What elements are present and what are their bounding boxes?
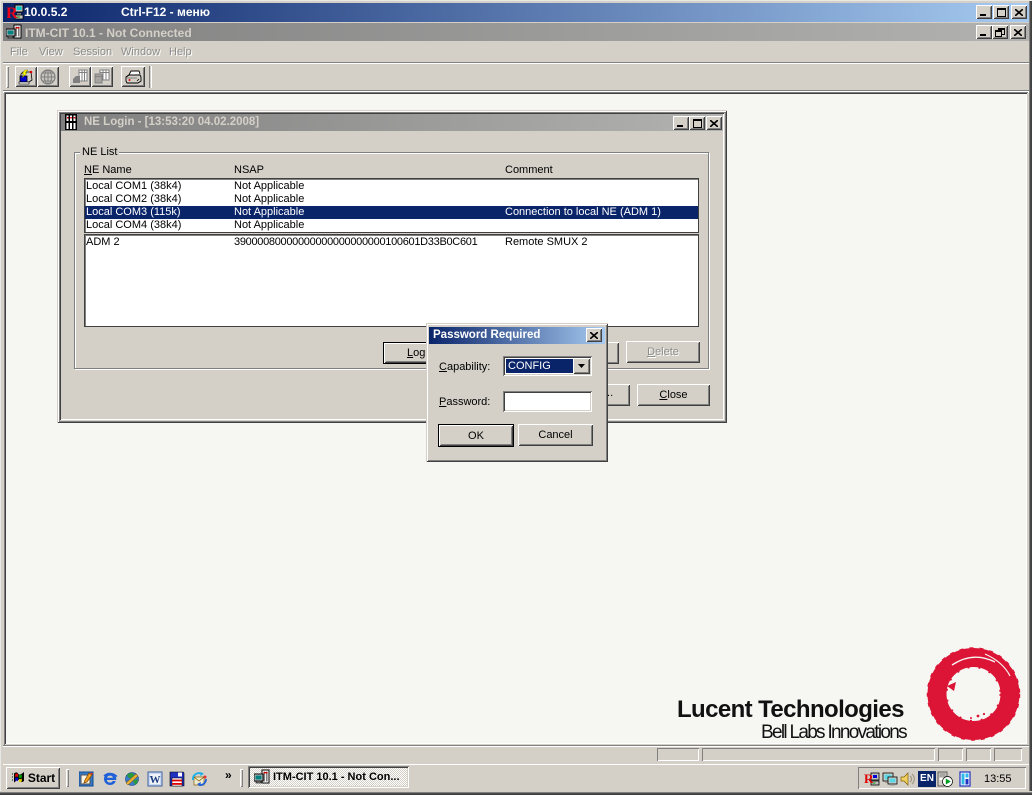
svg-text:W: W (150, 774, 161, 786)
svg-text:R: R (7, 5, 18, 21)
svg-text:R: R (864, 771, 874, 786)
